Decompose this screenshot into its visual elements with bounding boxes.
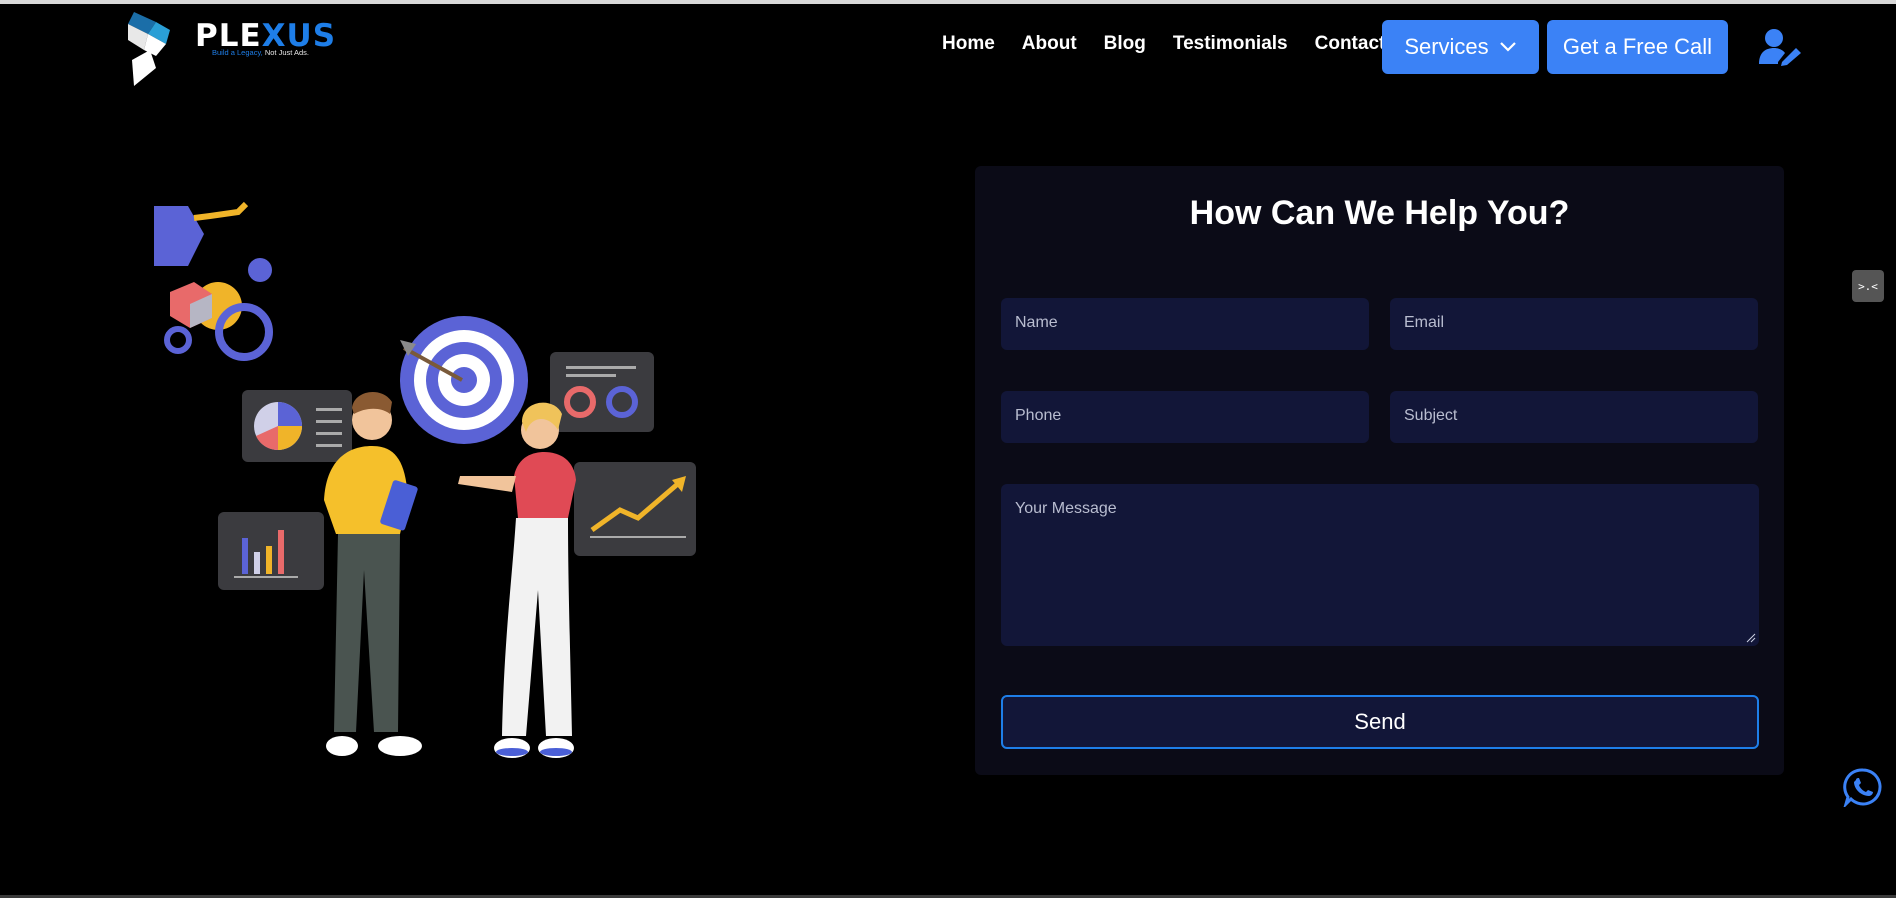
logo-mark-icon [128,12,170,86]
nav-testimonials[interactable]: Testimonials [1173,33,1288,55]
services-label: Services [1404,34,1489,59]
nav-blog[interactable]: Blog [1104,33,1146,55]
nav-home[interactable]: Home [942,33,995,55]
nav-contact[interactable]: Contact [1315,33,1386,55]
user-edit-icon[interactable] [1758,28,1802,66]
message-placeholder: Your Message [1015,500,1117,517]
phone-input[interactable]: Phone [1001,391,1369,443]
subject-input[interactable]: Subject [1390,391,1758,443]
message-textarea[interactable]: Your Message [1001,484,1759,646]
whatsapp-icon[interactable] [1843,767,1883,807]
services-dropdown-button[interactable]: Services [1382,20,1539,74]
hero-illustration [154,201,696,758]
name-input[interactable]: Name [1001,298,1369,350]
nav-about[interactable]: About [1022,33,1077,55]
chevron-down-icon [1499,42,1516,52]
side-widget-tab[interactable]: >.< [1852,270,1884,302]
form-title: How Can We Help You? [1189,194,1570,232]
main-nav: Home About Blog Testimonials Contact [942,33,1385,55]
email-input[interactable]: Email [1390,298,1758,350]
window-top-border [0,0,1896,4]
resize-handle-icon[interactable] [1746,633,1756,643]
logo-tagline: Build a Legacy, Not Just Ads. [212,48,310,57]
site-logo[interactable]: PLEXUS Build a Legacy, Not Just Ads. [126,10,336,86]
contact-form-panel: How Can We Help You? Name Email Phone Su… [975,166,1784,775]
get-free-call-button[interactable]: Get a Free Call [1547,20,1728,74]
send-button[interactable]: Send [1001,695,1759,749]
